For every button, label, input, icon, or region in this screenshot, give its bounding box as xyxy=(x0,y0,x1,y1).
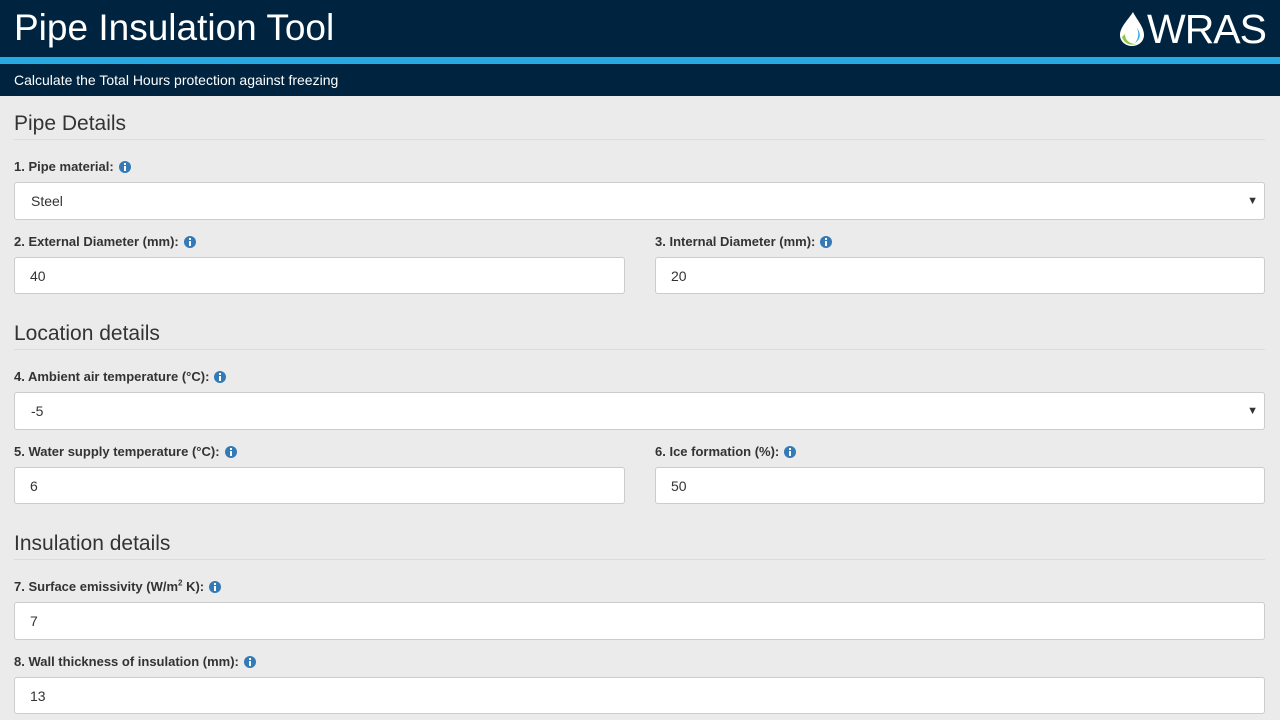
ice-formation-label-text: 6. Ice formation (%): xyxy=(655,444,780,459)
ice-formation-label: 6. Ice formation (%): xyxy=(655,444,797,459)
pipe-material-select[interactable]: Steel ▼ xyxy=(14,182,1265,220)
surface-emissivity-label-text: 7. Surface emissivity (W/m2 K): xyxy=(14,579,204,594)
section-divider xyxy=(14,559,1265,560)
caret-down-icon: ▼ xyxy=(1247,195,1258,207)
info-icon[interactable] xyxy=(784,445,797,458)
subheader: Calculate the Total Hours protection aga… xyxy=(0,64,1280,96)
water-drop-logo-icon xyxy=(1120,12,1144,46)
surface-emissivity-input[interactable] xyxy=(14,602,1265,640)
external-diameter-label-text: 2. External Diameter (mm): xyxy=(14,234,179,249)
internal-diameter-label: 3. Internal Diameter (mm): xyxy=(655,234,833,249)
info-icon[interactable] xyxy=(820,235,833,248)
surface-emissivity-label: 7. Surface emissivity (W/m2 K): xyxy=(14,579,222,594)
water-temp-input[interactable] xyxy=(14,467,625,504)
section-title-location-details: Location details xyxy=(14,322,160,345)
info-icon[interactable] xyxy=(209,580,222,593)
internal-diameter-label-text: 3. Internal Diameter (mm): xyxy=(655,234,816,249)
ice-formation-input[interactable] xyxy=(655,467,1265,504)
water-temp-label: 5. Water supply temperature (°C): xyxy=(14,444,237,459)
info-icon[interactable] xyxy=(214,370,227,383)
info-icon[interactable] xyxy=(183,235,196,248)
info-icon[interactable] xyxy=(224,445,237,458)
info-icon[interactable] xyxy=(118,160,131,173)
ambient-temp-label: 4. Ambient air temperature (°C): xyxy=(14,369,227,384)
subtitle: Calculate the Total Hours protection aga… xyxy=(14,72,339,88)
pipe-material-label-text: 1. Pipe material: xyxy=(14,159,114,174)
wall-thickness-label: 8. Wall thickness of insulation (mm): xyxy=(14,654,256,669)
ambient-temp-label-text: 4. Ambient air temperature (°C): xyxy=(14,369,210,384)
ambient-temp-value: -5 xyxy=(31,403,44,419)
app-header: Pipe Insulation Tool WRAS xyxy=(0,0,1280,57)
app-title: Pipe Insulation Tool xyxy=(14,7,335,48)
info-icon[interactable] xyxy=(243,655,256,668)
pipe-material-label: 1. Pipe material: xyxy=(14,159,131,174)
internal-diameter-input[interactable] xyxy=(655,257,1265,294)
water-temp-label-text: 5. Water supply temperature (°C): xyxy=(14,444,220,459)
accent-stripe xyxy=(0,57,1280,64)
section-divider xyxy=(14,349,1265,350)
caret-down-icon: ▼ xyxy=(1247,405,1258,417)
section-title-insulation-details: Insulation details xyxy=(14,532,171,555)
surface-emissivity-label-prefix: 7. Surface emissivity (W/m xyxy=(14,579,179,594)
wras-logo[interactable]: WRAS xyxy=(1117,6,1267,52)
ambient-temp-select[interactable]: -5 ▼ xyxy=(14,392,1265,430)
wall-thickness-input[interactable] xyxy=(14,677,1265,714)
wall-thickness-label-text: 8. Wall thickness of insulation (mm): xyxy=(14,654,239,669)
surface-emissivity-label-suffix: K): xyxy=(182,579,205,594)
external-diameter-input[interactable] xyxy=(14,257,625,294)
section-title-pipe-details: Pipe Details xyxy=(14,112,127,135)
logo-text: WRAS xyxy=(1147,6,1267,52)
external-diameter-label: 2. External Diameter (mm): xyxy=(14,234,196,249)
pipe-material-value: Steel xyxy=(31,193,63,209)
section-divider xyxy=(14,139,1265,140)
